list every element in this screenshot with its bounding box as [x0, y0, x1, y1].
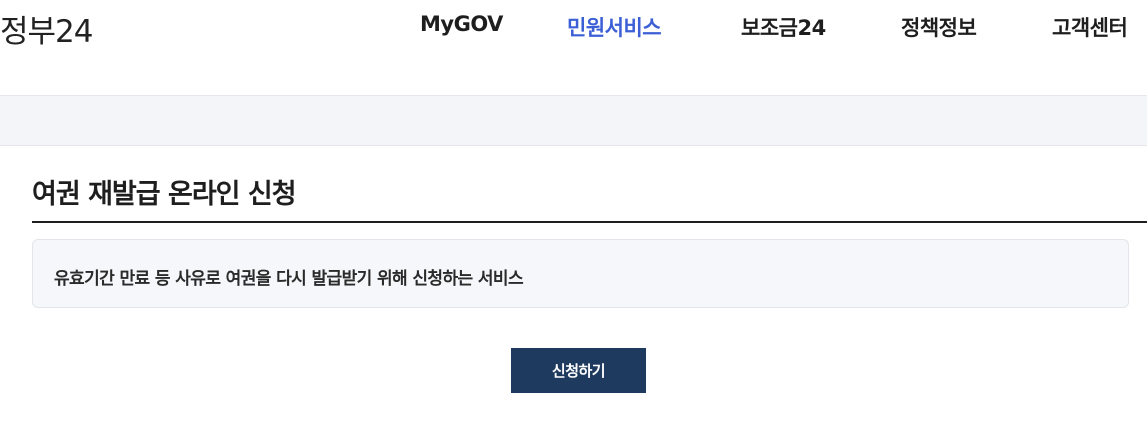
site-header: 정부24 MyGOV 민원서비스 보조금24 정책정보 고객센터 — [0, 0, 1147, 56]
nav-customer-center[interactable]: 고객센터 — [1052, 12, 1128, 42]
nav-mygov[interactable]: MyGOV — [420, 12, 503, 36]
title-divider — [32, 221, 1147, 223]
service-description-text: 유효기간 만료 등 사유로 여권을 다시 발급받기 위해 신청하는 서비스 — [54, 269, 524, 289]
gov24-logo[interactable]: 정부24 — [0, 6, 93, 51]
service-description-box: 유효기간 만료 등 사유로 여권을 다시 발급받기 위해 신청하는 서비스 — [32, 239, 1129, 308]
nav-policy-info[interactable]: 정책정보 — [901, 12, 977, 42]
nav-subsidy[interactable]: 보조금24 — [741, 12, 826, 42]
nav-civil-service[interactable]: 민원서비스 — [567, 12, 662, 42]
page-title: 여권 재발급 온라인 신청 — [32, 179, 297, 210]
apply-button[interactable]: 신청하기 — [511, 348, 646, 393]
sub-header-band — [0, 95, 1147, 146]
